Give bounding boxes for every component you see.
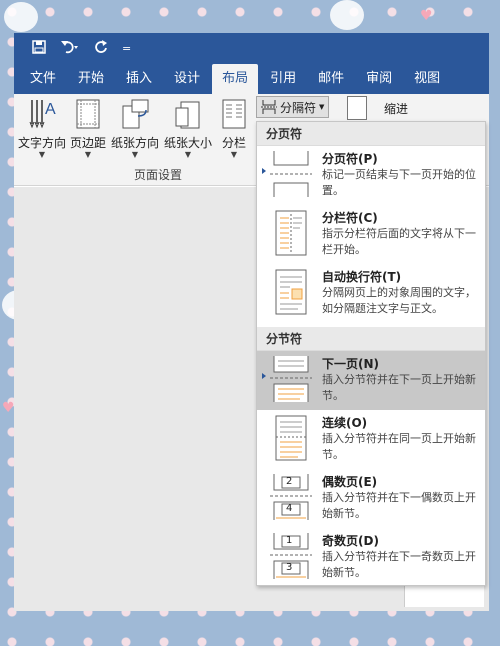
menu-item-page-break[interactable]: 分页符(P) 标记一页结束与下一页开始的位置。 bbox=[257, 146, 485, 205]
odd-page-icon: 1 3 bbox=[270, 533, 312, 579]
chevron-down-icon: ▼ bbox=[184, 150, 192, 159]
tab-review[interactable]: 审阅 bbox=[356, 64, 402, 94]
size-icon bbox=[173, 98, 203, 130]
bunny-decoration bbox=[330, 0, 364, 30]
indent-label: 缩进 bbox=[384, 102, 409, 116]
columns-button[interactable]: 分栏 ▼ bbox=[219, 98, 249, 159]
size-button[interactable]: 纸张大小 ▼ bbox=[164, 98, 212, 159]
heart-decoration: ♥ bbox=[2, 400, 15, 416]
tab-references[interactable]: 引用 bbox=[260, 64, 306, 94]
menu-item-even-page[interactable]: 2 4 偶数页(E) 插入分节符并在下一偶数页上开始新节。 bbox=[257, 469, 485, 528]
tab-file[interactable]: 文件 bbox=[20, 64, 66, 94]
orientation-icon bbox=[120, 98, 150, 130]
menu-item-text-wrapping-break[interactable]: 自动换行符(T) 分隔网页上的对象周围的文字，如分隔题注文字与正文。 bbox=[257, 264, 485, 327]
line-numbers-icon[interactable] bbox=[347, 96, 367, 120]
tab-design[interactable]: 设计 bbox=[164, 64, 210, 94]
columns-icon bbox=[219, 98, 249, 130]
save-icon[interactable] bbox=[32, 39, 46, 58]
menu-item-next-page[interactable]: 下一页(N) 插入分节符并在下一页上开始新节。 bbox=[257, 351, 485, 410]
customize-qat-button[interactable]: = bbox=[122, 42, 131, 55]
chevron-down-icon: ▼ bbox=[38, 150, 46, 159]
svg-text:A: A bbox=[45, 101, 56, 118]
menu-item-column-break[interactable]: 分栏符(C) 指示分栏符后面的文字将从下一栏开始。 bbox=[257, 205, 485, 264]
next-page-icon bbox=[270, 356, 312, 402]
menu-item-continuous[interactable]: 连续(O) 插入分节符并在同一页上开始新节。 bbox=[257, 410, 485, 469]
page-breaks-heading: 分页符 bbox=[257, 122, 485, 146]
bunny-decoration bbox=[4, 2, 38, 32]
chevron-down-icon: ▼ bbox=[131, 150, 139, 159]
page-break-icon bbox=[270, 151, 312, 197]
continuous-icon bbox=[270, 415, 312, 461]
text-direction-icon: A bbox=[27, 98, 57, 130]
tab-mailings[interactable]: 邮件 bbox=[308, 64, 354, 94]
text-wrapping-break-icon bbox=[270, 269, 312, 315]
even-page-icon: 2 4 bbox=[270, 474, 312, 520]
breaks-icon bbox=[261, 100, 277, 114]
text-direction-button[interactable]: A 文字方向 ▼ bbox=[18, 98, 66, 159]
redo-icon[interactable] bbox=[94, 39, 108, 58]
ribbon-tabs: 文件 开始 插入 设计 布局 引用 邮件 审阅 视图 bbox=[14, 64, 489, 94]
column-break-icon bbox=[270, 210, 312, 256]
tab-insert[interactable]: 插入 bbox=[116, 64, 162, 94]
undo-icon[interactable] bbox=[60, 40, 80, 58]
tab-view[interactable]: 视图 bbox=[404, 64, 450, 94]
chevron-down-icon: ▼ bbox=[84, 150, 92, 159]
page-setup-group-label: 页面设置 bbox=[134, 168, 183, 182]
tab-home[interactable]: 开始 bbox=[68, 64, 114, 94]
section-breaks-heading: 分节符 bbox=[257, 327, 485, 351]
quick-access-toolbar: = bbox=[14, 33, 489, 64]
margins-button[interactable]: 页边距 ▼ bbox=[70, 98, 106, 159]
heart-decoration: ♥ bbox=[420, 8, 433, 24]
breaks-dropdown-button[interactable]: 分隔符 ▼ bbox=[256, 96, 330, 118]
tab-layout[interactable]: 布局 bbox=[212, 64, 259, 94]
margins-icon bbox=[73, 98, 103, 130]
breaks-dropdown-menu: 分页符 分页符(P) 标记一页结束与下一页开始的位置。 分栏符(C) 指示分栏符… bbox=[256, 121, 486, 586]
orientation-button[interactable]: 纸张方向 ▼ bbox=[111, 98, 159, 159]
menu-item-odd-page[interactable]: 1 3 奇数页(D) 插入分节符并在下一奇数页上开始新节。 bbox=[257, 528, 485, 587]
chevron-down-icon: ▼ bbox=[319, 103, 325, 111]
chevron-down-icon: ▼ bbox=[230, 150, 238, 159]
